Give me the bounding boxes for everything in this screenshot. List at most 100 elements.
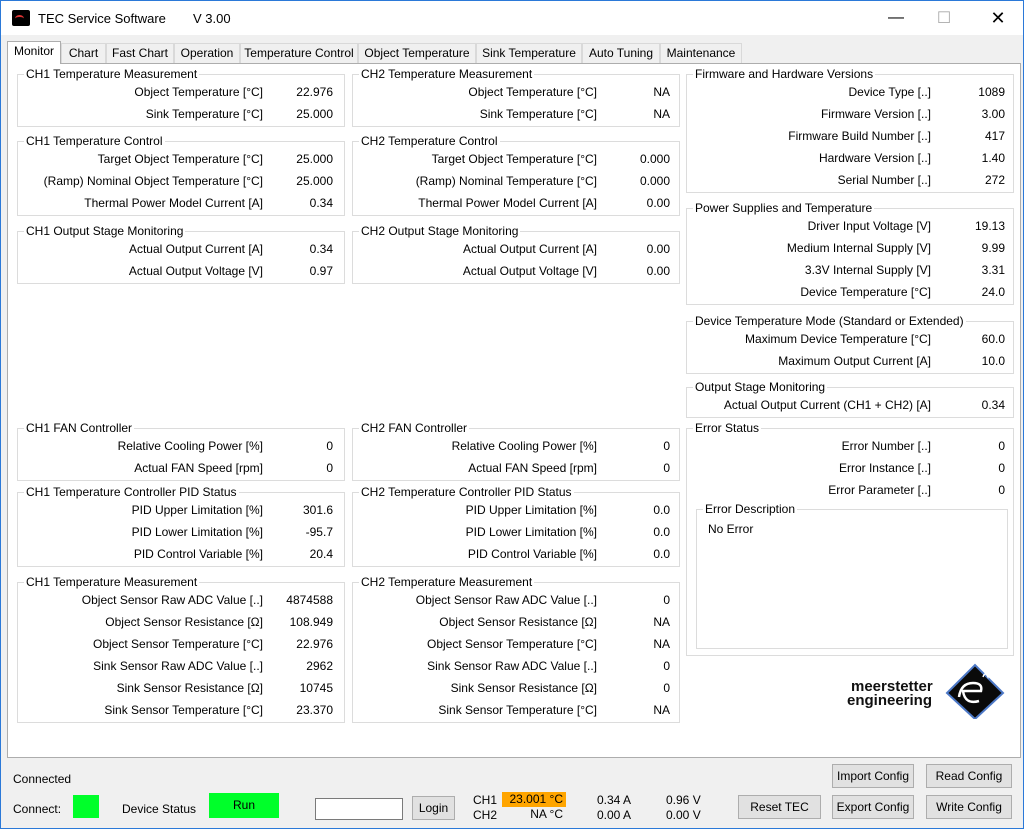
data-row: Thermal Power Model Current [A] 0.34 (18, 196, 344, 212)
login-button[interactable]: Login (412, 796, 455, 820)
row-label: Error Number [..] (841, 439, 931, 453)
row-value: 417 (984, 129, 1005, 143)
error-description-text: No Error (708, 522, 754, 536)
tab-chart[interactable]: Chart (61, 43, 106, 63)
data-row: Sink Sensor Temperature [°C] 23.370 (18, 703, 344, 719)
row-value: 1.40 (981, 151, 1005, 165)
row-value: 19.13 (974, 219, 1005, 233)
data-row: Actual Output Voltage [V] 0.00 (353, 264, 679, 280)
device-temperature-mode-group: Device Temperature Mode (Standard or Ext… (686, 314, 1014, 374)
data-row: Error Number [..] 0 (687, 439, 1013, 455)
row-label: (Ramp) Nominal Object Temperature [°C] (43, 174, 263, 188)
row-value: 25.000 (296, 107, 333, 121)
row-value: 0.97 (309, 264, 333, 278)
row-value: 301.6 (302, 503, 333, 517)
close-button[interactable]: ✕ (975, 1, 1021, 35)
ch2-temperature-display: NA °C (530, 807, 563, 821)
row-value: 24.0 (981, 285, 1005, 299)
tab-fast-chart[interactable]: Fast Chart (106, 43, 174, 63)
ch2-label: CH2 (473, 808, 498, 822)
tab-auto-tuning[interactable]: Auto Tuning (582, 43, 660, 63)
tab-object-temperature[interactable]: Object Temperature (358, 43, 476, 63)
error-description-box: Error Description No Error (696, 502, 1008, 649)
ch2-pid-status-group: CH2 Temperature Controller PID Status PID… (352, 485, 680, 567)
login-input[interactable] (315, 798, 403, 820)
data-row: Thermal Power Model Current [A] 0.00 (353, 196, 679, 212)
data-row: Sink Sensor Resistance [Ω] 10745 (18, 681, 344, 697)
row-value: NA (653, 637, 670, 651)
row-value: NA (653, 615, 670, 629)
row-value: 0.000 (639, 152, 670, 166)
data-row: Device Temperature [°C] 24.0 (687, 285, 1013, 301)
row-value: 0.00 (646, 264, 670, 278)
ch2-output-stage-group: CH2 Output Stage Monitoring Actual Output… (352, 224, 680, 284)
data-row: Maximum Device Temperature [°C] 60.0 (687, 332, 1013, 348)
ch1-label: CH1 (473, 793, 498, 807)
row-label: (Ramp) Nominal Temperature [°C] (415, 174, 597, 188)
ch2-temperature-control-group: CH2 Temperature Control Target Object Tem… (352, 134, 680, 216)
import-config-button[interactable]: Import Config (832, 764, 914, 788)
read-config-button[interactable]: Read Config (926, 764, 1012, 788)
row-label: Object Temperature [°C] (468, 85, 597, 99)
tab-maintenance[interactable]: Maintenance (660, 43, 742, 63)
row-value: 23.370 (296, 703, 333, 717)
minimize-button[interactable]: — (873, 1, 919, 35)
tab-sink-temperature[interactable]: Sink Temperature (476, 43, 582, 63)
row-value: 0.0 (653, 525, 670, 539)
row-label: Object Temperature [°C] (134, 85, 263, 99)
row-label: Actual Output Voltage [V] (128, 264, 263, 278)
group-caption: Firmware and Hardware Versions (693, 67, 876, 81)
group-caption: CH2 FAN Controller (359, 421, 470, 435)
row-label: Thermal Power Model Current [A] (84, 196, 263, 210)
reset-tec-button[interactable]: Reset TEC (738, 795, 821, 819)
maximize-icon: ☐ (936, 10, 952, 27)
write-config-button[interactable]: Write Config (926, 795, 1012, 819)
data-row: Object Sensor Temperature [°C] NA (353, 637, 679, 653)
window-version: V 3.00 (193, 11, 231, 26)
data-row: Error Instance [..] 0 (687, 461, 1013, 477)
data-row: Sink Sensor Raw ADC Value [..] 2962 (18, 659, 344, 675)
data-row: Object Sensor Raw ADC Value [..] 4874588 (18, 593, 344, 609)
row-label: Actual Output Current [A] (128, 242, 263, 256)
ch1-temperature-control-group: CH1 Temperature Control Target Object Tem… (17, 134, 345, 216)
row-value: NA (653, 85, 670, 99)
title-bar: TEC Service Software V 3.00 — ☐ ✕ (1, 1, 1023, 35)
row-label: Target Object Temperature [°C] (97, 152, 263, 166)
row-label: Relative Cooling Power [%] (451, 439, 597, 453)
data-row: Target Object Temperature [°C] 25.000 (18, 152, 344, 168)
data-row: Object Sensor Resistance [Ω] NA (353, 615, 679, 631)
connect-label: Connect: (13, 802, 62, 816)
ch1-temperature-measurement-group: CH1 Temperature Measurement Object Temper… (17, 67, 345, 127)
data-row: Device Type [..] 1089 (687, 85, 1013, 101)
row-label: Actual FAN Speed [rpm] (134, 461, 263, 475)
row-label: Maximum Output Current [A] (778, 354, 931, 368)
data-row: Target Object Temperature [°C] 0.000 (353, 152, 679, 168)
data-row: Object Sensor Raw ADC Value [..] 0 (353, 593, 679, 609)
row-value: 0 (663, 681, 670, 695)
data-row: Actual Output Current [A] 0.00 (353, 242, 679, 258)
data-row: Hardware Version [..] 1.40 (687, 151, 1013, 167)
data-row: Object Sensor Resistance [Ω] 108.949 (18, 615, 344, 631)
tab-temperature-control[interactable]: Temperature Control (240, 43, 358, 63)
data-row: PID Control Variable [%] 0.0 (353, 547, 679, 563)
row-label: Object Sensor Resistance [Ω] (439, 615, 597, 629)
row-label: Medium Internal Supply [V] (786, 241, 931, 255)
data-row: PID Lower Limitation [%] 0.0 (353, 525, 679, 541)
maximize-button[interactable]: ☐ (921, 1, 967, 35)
group-caption: CH1 Temperature Controller PID Status (24, 485, 239, 499)
group-caption: CH1 Temperature Measurement (24, 575, 200, 589)
export-config-button[interactable]: Export Config (832, 795, 914, 819)
row-label: Object Sensor Raw ADC Value [..] (415, 593, 597, 607)
tab-operation[interactable]: Operation (174, 43, 240, 63)
row-value: 0 (663, 439, 670, 453)
data-row: Sink Sensor Resistance [Ω] 0 (353, 681, 679, 697)
data-row: Sink Sensor Raw ADC Value [..] 0 (353, 659, 679, 675)
row-value: 3.00 (981, 107, 1005, 121)
device-status-value: Run (209, 793, 279, 818)
tab-monitor[interactable]: Monitor (7, 41, 61, 64)
row-label: Driver Input Voltage [V] (807, 219, 931, 233)
row-value: 22.976 (296, 637, 333, 651)
data-row: Maximum Output Current [A] 10.0 (687, 354, 1013, 370)
group-caption: CH1 Output Stage Monitoring (24, 224, 186, 238)
row-value: 10.0 (981, 354, 1005, 368)
